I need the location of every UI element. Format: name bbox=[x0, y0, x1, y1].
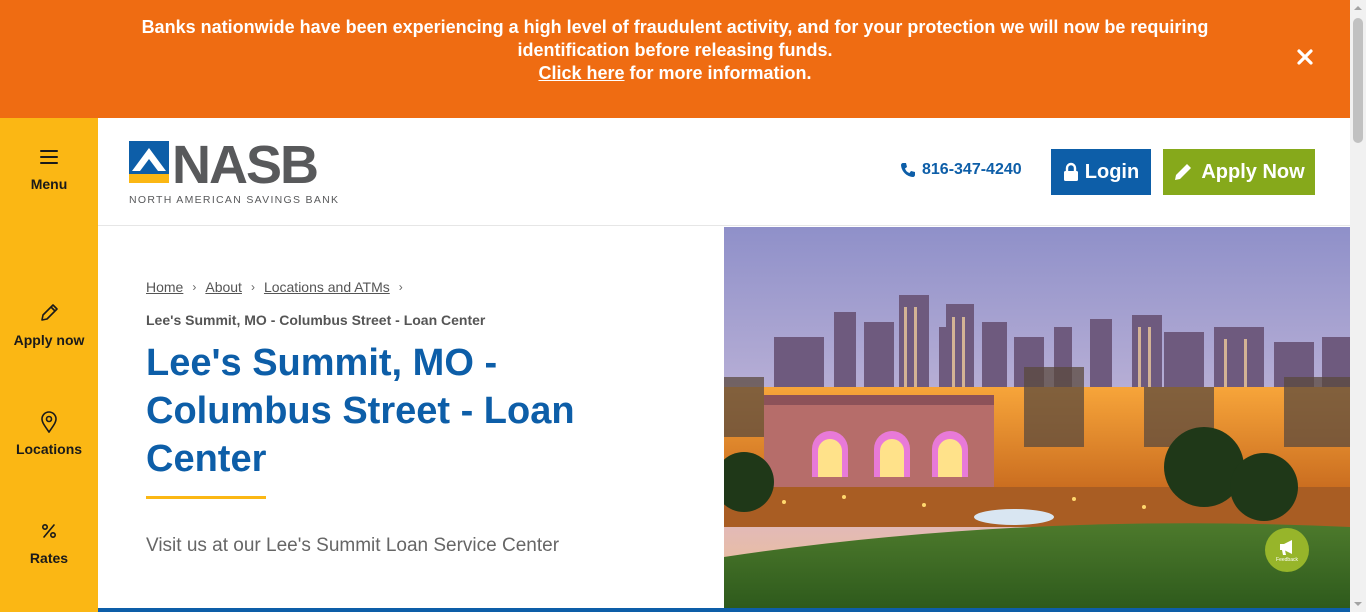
content-bottom-border bbox=[98, 608, 1350, 612]
alert-line-3-text: for more information. bbox=[624, 63, 812, 83]
scroll-up-arrow-icon[interactable] bbox=[1350, 0, 1366, 16]
phone-number: 816-347-4240 bbox=[922, 161, 1022, 178]
side-nav-apply-now-label: Apply now bbox=[13, 332, 85, 348]
lock-icon bbox=[1063, 162, 1078, 181]
side-nav-locations[interactable]: Locations bbox=[0, 411, 98, 457]
scroll-thumb[interactable] bbox=[1353, 18, 1363, 143]
hero-skyline-image bbox=[724, 227, 1350, 608]
breadcrumb-home[interactable]: Home bbox=[146, 279, 183, 295]
breadcrumb-locations[interactable]: Locations and ATMs bbox=[264, 279, 390, 295]
close-icon[interactable] bbox=[1296, 48, 1314, 66]
side-nav-rates-label: Rates bbox=[29, 550, 69, 566]
scroll-down-arrow-icon[interactable] bbox=[1350, 596, 1366, 612]
breadcrumb-about[interactable]: About bbox=[205, 279, 242, 295]
menu-icon bbox=[40, 150, 58, 164]
side-nav-rates[interactable]: Rates bbox=[0, 520, 98, 566]
nasb-logo-mark: NASB bbox=[129, 135, 319, 195]
site-header: NASB NORTH AMERICAN SAVINGS BANK 816-347… bbox=[98, 118, 1350, 226]
alert-line-2: identification before releasing funds. bbox=[517, 40, 833, 60]
percent-icon bbox=[41, 523, 57, 539]
alert-line-3: Click here for more information. bbox=[0, 62, 1350, 85]
alert-click-here-link[interactable]: Click here bbox=[538, 63, 624, 83]
feedback-label: Feedback bbox=[1276, 556, 1298, 563]
alert-line-1: Banks nationwide have been experiencing … bbox=[141, 17, 1209, 37]
megaphone-icon bbox=[1280, 539, 1292, 555]
page-title: Lee's Summit, MO - Columbus Street - Loa… bbox=[146, 342, 575, 480]
breadcrumb: Home › About › Locations and ATMs › bbox=[146, 279, 403, 295]
login-button[interactable]: Login bbox=[1051, 149, 1151, 195]
title-underline bbox=[146, 496, 266, 499]
chevron-right-icon: › bbox=[250, 280, 255, 294]
phone-link[interactable]: 816-347-4240 bbox=[900, 161, 1022, 179]
side-nav-menu[interactable]: Menu bbox=[0, 146, 98, 192]
feedback-button[interactable]: Feedback bbox=[1265, 528, 1309, 572]
chevron-right-icon: › bbox=[192, 280, 197, 294]
page-subtitle: Visit us at our Lee's Summit Loan Servic… bbox=[146, 535, 560, 556]
pencil-icon bbox=[1175, 164, 1192, 180]
logo-tagline: NORTH AMERICAN SAVINGS BANK bbox=[129, 194, 340, 206]
logo-wordmark: NASB bbox=[172, 138, 317, 194]
skyline-illustration bbox=[724, 227, 1350, 608]
pencil-icon bbox=[41, 304, 58, 321]
side-nav-locations-label: Locations bbox=[15, 441, 83, 457]
side-nav-menu-label: Menu bbox=[30, 176, 68, 192]
login-button-label: Login bbox=[1084, 160, 1140, 183]
map-pin-icon bbox=[41, 411, 57, 433]
fraud-alert-banner: Banks nationwide have been experiencing … bbox=[0, 0, 1350, 118]
main-content: Home › About › Locations and ATMs › Lee'… bbox=[98, 227, 724, 612]
phone-icon bbox=[901, 163, 915, 177]
apply-now-button-label: Apply Now bbox=[1201, 160, 1305, 183]
apply-now-button[interactable]: Apply Now bbox=[1163, 149, 1315, 195]
page-scrollbar[interactable] bbox=[1350, 0, 1366, 612]
side-nav-apply-now[interactable]: Apply now bbox=[0, 302, 98, 348]
chevron-right-icon: › bbox=[398, 280, 403, 294]
side-nav: Menu Apply now Locations Rates bbox=[0, 118, 98, 612]
breadcrumb-current: Lee's Summit, MO - Columbus Street - Loa… bbox=[146, 312, 486, 328]
